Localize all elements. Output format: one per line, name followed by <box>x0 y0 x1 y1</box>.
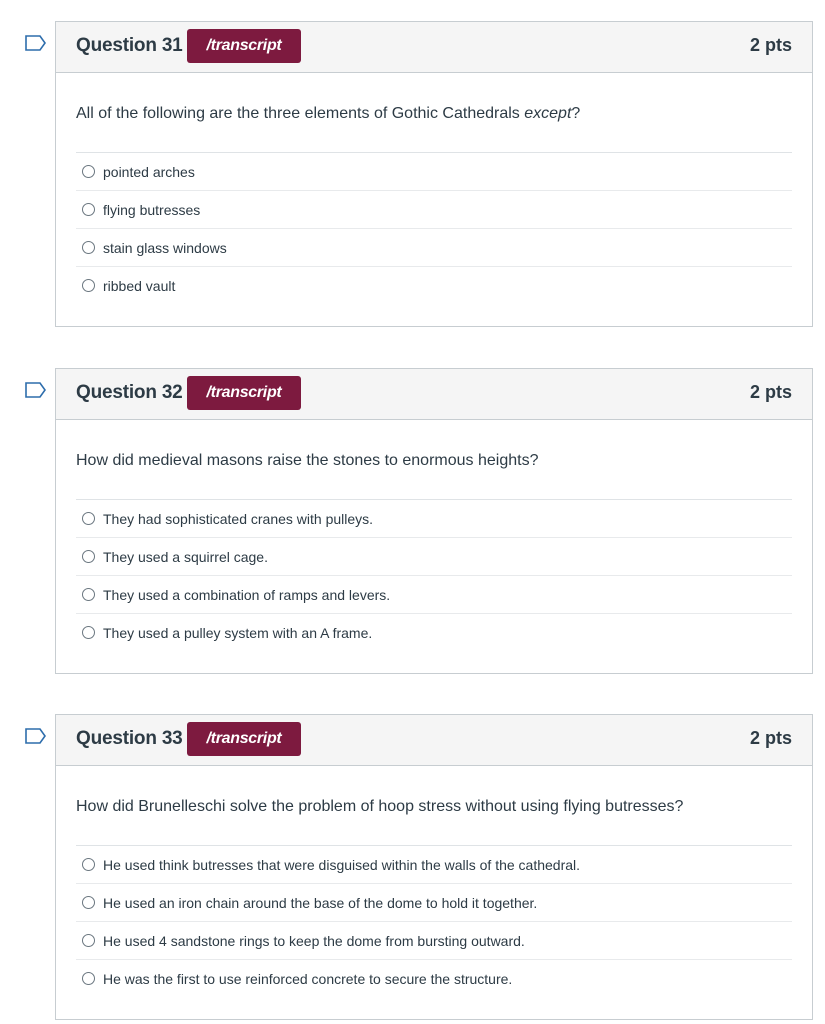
answer-option[interactable]: pointed arches <box>76 153 792 191</box>
answer-option[interactable]: ribbed vault <box>76 267 792 304</box>
radio-button[interactable] <box>82 858 95 871</box>
answer-option[interactable]: He was the first to use reinforced concr… <box>76 960 792 997</box>
radio-button[interactable] <box>82 279 95 292</box>
question-title: Question 31 <box>76 35 183 56</box>
radio-button[interactable] <box>82 550 95 563</box>
radio-button[interactable] <box>82 203 95 216</box>
answer-list: He used think butresses that were disgui… <box>76 845 792 997</box>
radio-button[interactable] <box>82 241 95 254</box>
answer-option[interactable]: flying butresses <box>76 191 792 229</box>
answer-option[interactable]: They had sophisticated cranes with pulle… <box>76 500 792 538</box>
flag-question-icon[interactable] <box>25 382 46 398</box>
question-points: 2 pts <box>749 382 792 402</box>
question-points: 2 pts <box>749 35 792 55</box>
answer-list: They had sophisticated cranes with pulle… <box>76 499 792 651</box>
question-text: All of the following are the three eleme… <box>76 105 581 122</box>
answer-option[interactable]: They used a combination of ramps and lev… <box>76 576 792 614</box>
radio-button[interactable] <box>82 588 95 601</box>
answer-list: pointed arches flying butresses stain gl… <box>76 152 792 304</box>
answer-option[interactable]: He used 4 sandstone rings to keep the do… <box>76 922 792 960</box>
answer-option[interactable]: He used think butresses that were disgui… <box>76 846 792 884</box>
question-points: 2 pts <box>749 728 792 748</box>
radio-button[interactable] <box>82 626 95 639</box>
answer-option[interactable]: stain glass windows <box>76 229 792 267</box>
question-header: Question 31 /transcript 2 pts <box>56 22 812 73</box>
answer-option[interactable]: They used a squirrel cage. <box>76 538 792 576</box>
question-text: How did Brunelleschi solve the problem o… <box>76 798 684 815</box>
question-body: All of the following are the three eleme… <box>56 73 812 326</box>
transcript-button[interactable]: /transcript <box>187 376 301 410</box>
question-header: Question 32 /transcript 2 pts <box>56 369 812 420</box>
radio-button[interactable] <box>82 512 95 525</box>
radio-button[interactable] <box>82 972 95 985</box>
answer-option[interactable]: They used a pulley system with an A fram… <box>76 614 792 651</box>
radio-button[interactable] <box>82 165 95 178</box>
radio-button[interactable] <box>82 934 95 947</box>
flag-question-icon[interactable] <box>25 728 46 744</box>
question-31: Question 31 /transcript 2 pts All of the… <box>25 21 813 327</box>
question-32: Question 32 /transcript 2 pts How did me… <box>25 368 813 674</box>
question-text: How did medieval masons raise the stones… <box>76 452 539 469</box>
question-33: Question 33 /transcript 2 pts How did Br… <box>25 714 813 1020</box>
question-title: Question 32 <box>76 382 183 403</box>
transcript-button[interactable]: /transcript <box>187 722 301 756</box>
radio-button[interactable] <box>82 896 95 909</box>
question-body: How did Brunelleschi solve the problem o… <box>56 766 812 1019</box>
question-body: How did medieval masons raise the stones… <box>56 420 812 673</box>
question-title: Question 33 <box>76 728 183 749</box>
answer-option[interactable]: He used an iron chain around the base of… <box>76 884 792 922</box>
flag-question-icon[interactable] <box>25 35 46 51</box>
question-header: Question 33 /transcript 2 pts <box>56 715 812 766</box>
transcript-button[interactable]: /transcript <box>187 29 301 63</box>
